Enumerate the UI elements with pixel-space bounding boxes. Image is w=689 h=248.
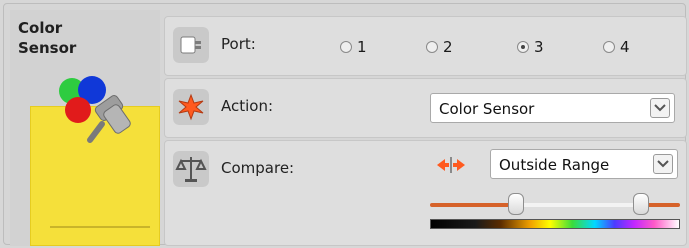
starburst-action-icon xyxy=(173,89,209,125)
port-row: Port: 1 2 3 4 xyxy=(164,16,687,76)
radio-dot[interactable] xyxy=(340,41,352,53)
port-label: Port: xyxy=(221,35,256,53)
block-info-panel: Color Sensor xyxy=(10,10,160,246)
radio-dot[interactable] xyxy=(426,41,438,53)
range-slider-middle xyxy=(517,203,640,207)
block-title: Color Sensor xyxy=(18,19,77,57)
action-dropdown-value: Color Sensor xyxy=(439,100,535,118)
compare-dropdown-value: Outside Range xyxy=(499,156,610,174)
scale-compare-icon xyxy=(173,151,209,187)
port-option-4[interactable]: 4 xyxy=(603,34,630,60)
compare-row: Compare: Outside Range xyxy=(164,140,687,246)
port-option-2[interactable]: 2 xyxy=(426,34,453,60)
color-sensor-icon xyxy=(59,76,131,143)
compare-label: Compare: xyxy=(221,159,295,177)
radio-dot[interactable] xyxy=(603,41,615,53)
port-option-label: 2 xyxy=(443,38,453,56)
action-label: Action: xyxy=(221,97,274,115)
port-option-label: 3 xyxy=(534,38,544,56)
port-option-label: 4 xyxy=(620,38,630,56)
port-option-3[interactable]: 3 xyxy=(517,34,544,60)
chevron-down-glyph xyxy=(657,160,669,168)
port-option-1[interactable]: 1 xyxy=(340,34,367,60)
radio-dot-selected[interactable] xyxy=(517,41,529,53)
action-dropdown[interactable]: Color Sensor xyxy=(430,93,675,123)
range-arrows-icon[interactable] xyxy=(435,153,467,177)
chevron-down-glyph xyxy=(654,104,666,112)
port-radio-group: 1 2 3 4 xyxy=(340,34,680,60)
port-option-label: 1 xyxy=(357,38,367,56)
color-spectrum-bar xyxy=(430,219,680,229)
chevron-down-icon[interactable] xyxy=(653,154,673,174)
range-slider-right-thumb[interactable] xyxy=(633,193,649,215)
color-sensor-block: Color Sensor Port: 1 2 3 4 Action: Color… xyxy=(3,3,687,246)
block-divider xyxy=(50,226,150,228)
compare-dropdown[interactable]: Outside Range xyxy=(490,149,678,179)
red-circle xyxy=(65,97,91,123)
port-connector-icon xyxy=(173,27,209,63)
range-slider-left-thumb[interactable] xyxy=(508,193,524,215)
chevron-down-icon[interactable] xyxy=(650,98,670,118)
action-row: Action: Color Sensor xyxy=(164,78,687,138)
